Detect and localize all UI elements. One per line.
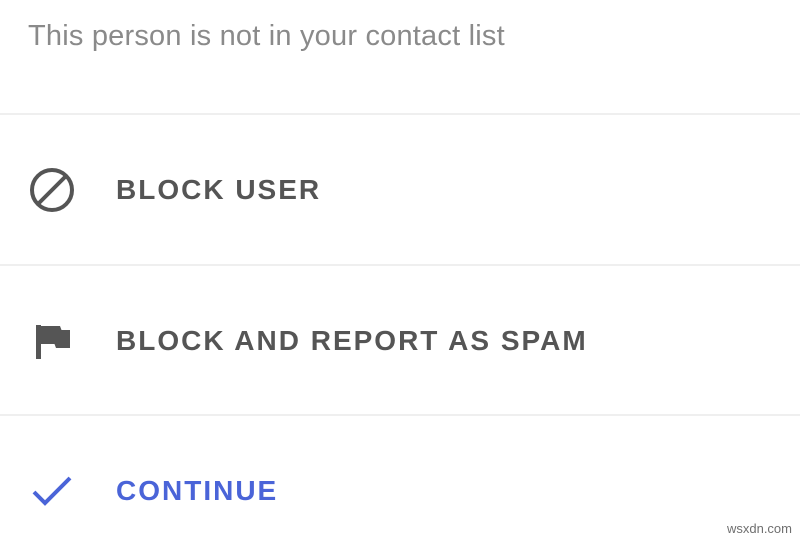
block-and-report-spam-label: BLOCK AND REPORT AS SPAM: [116, 325, 588, 356]
block-icon: [28, 166, 76, 214]
flag-icon: [28, 317, 76, 365]
divider: [0, 264, 800, 266]
divider: [0, 113, 800, 115]
contact-action-dialog: This person is not in your contact list …: [0, 0, 800, 542]
divider: [0, 414, 800, 416]
block-user-button[interactable]: BLOCK USER: [0, 116, 800, 264]
not-in-contacts-notice: This person is not in your contact list: [28, 20, 505, 52]
continue-button[interactable]: CONTINUE: [0, 417, 800, 542]
watermark: wsxdn.com: [726, 521, 792, 536]
block-user-label: BLOCK USER: [116, 174, 322, 205]
check-icon: [28, 467, 76, 515]
continue-label: CONTINUE: [116, 475, 279, 506]
block-and-report-spam-button[interactable]: BLOCK AND REPORT AS SPAM: [0, 267, 800, 415]
